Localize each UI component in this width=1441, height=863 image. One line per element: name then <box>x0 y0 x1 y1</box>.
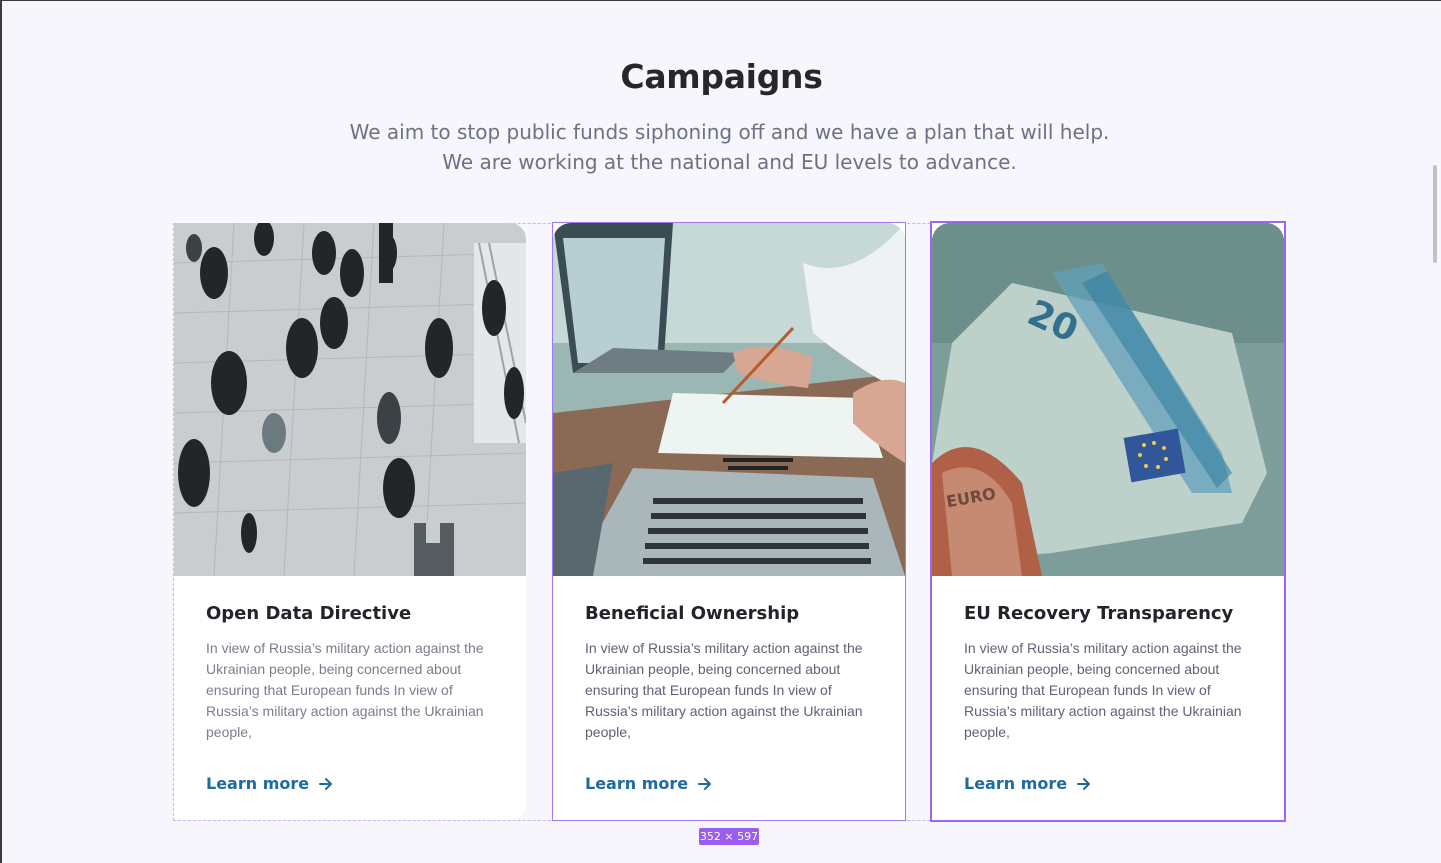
arrow-right-icon <box>698 777 712 790</box>
learn-more-label: Learn more <box>964 774 1068 793</box>
campaign-card-eu-recovery[interactable]: 20 EURO EU Recovery Transparency In view… <box>930 221 1286 822</box>
card-image-crowd <box>174 223 526 576</box>
arrow-right-icon <box>1077 777 1091 790</box>
section-title: Campaigns <box>620 57 823 96</box>
element-size-badge: 352 × 597 <box>699 828 759 845</box>
campaign-card-open-data[interactable]: Open Data Directive In view of Russia’s … <box>174 223 526 820</box>
learn-more-label: Learn more <box>585 774 689 793</box>
card-title: EU Recovery Transparency <box>964 603 1234 624</box>
learn-more-link[interactable]: Learn more <box>964 774 1091 793</box>
section-subtitle: We aim to stop public funds siphoning of… <box>349 120 1110 174</box>
learn-more-link[interactable]: Learn more <box>206 774 333 793</box>
vertical-scrollbar[interactable] <box>1433 165 1437 263</box>
card-description: In view of Russia’s military action agai… <box>585 640 863 740</box>
card-image-laptops <box>553 223 905 576</box>
campaign-card-beneficial-ownership[interactable]: Beneficial Ownership In view of Russia’s… <box>552 222 906 821</box>
card-description: In view of Russia’s military action agai… <box>206 640 484 740</box>
arrow-right-icon <box>319 777 333 790</box>
card-title: Beneficial Ownership <box>585 603 800 624</box>
card-description: In view of Russia’s military action agai… <box>964 640 1242 740</box>
learn-more-label: Learn more <box>206 774 310 793</box>
card-title: Open Data Directive <box>206 603 412 624</box>
learn-more-link[interactable]: Learn more <box>585 774 712 793</box>
card-image-euro-banknote: 20 EURO <box>932 223 1284 576</box>
